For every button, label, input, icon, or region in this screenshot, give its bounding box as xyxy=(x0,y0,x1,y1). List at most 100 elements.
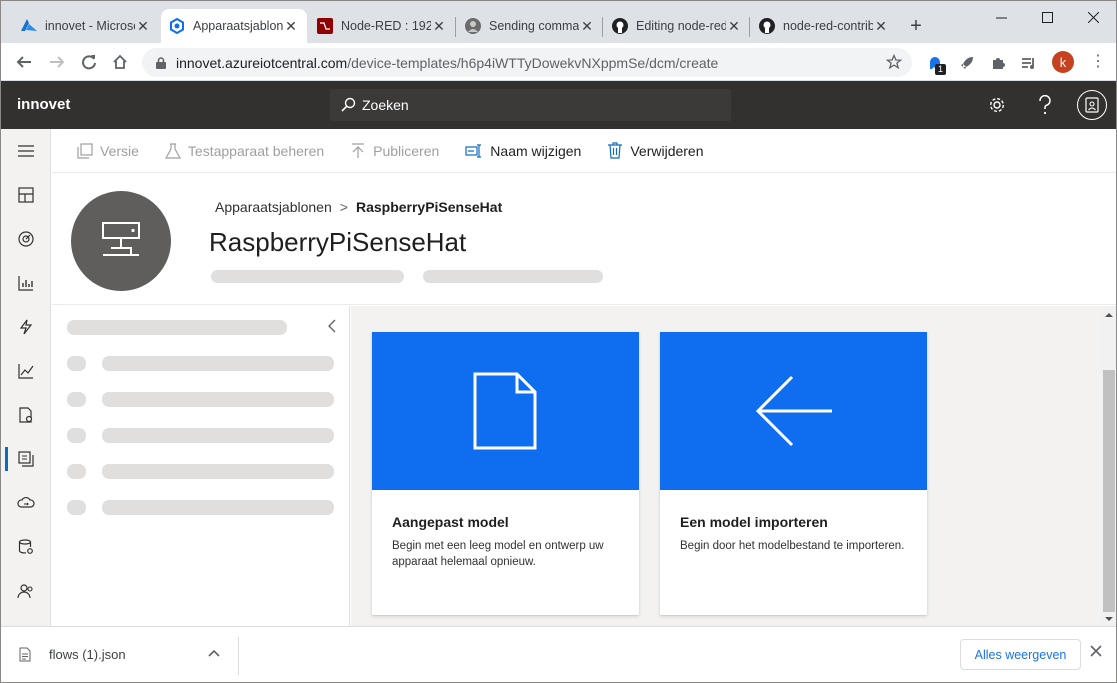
app-brand[interactable]: innovet xyxy=(17,96,70,113)
browser-menu-icon[interactable]: ⋮ xyxy=(1090,52,1106,72)
scrollbar-thumb[interactable] xyxy=(1103,370,1115,612)
tab-node-red-contrib[interactable]: node-red-contrib ✕ xyxy=(751,9,897,43)
loading-placeholder xyxy=(67,500,86,515)
app-header: innovet Zoeken xyxy=(1,81,1116,129)
avatar-icon xyxy=(465,18,481,34)
rocket-extension-icon[interactable] xyxy=(957,53,977,73)
tab-close-icon[interactable]: ✕ xyxy=(726,18,742,34)
github-icon xyxy=(612,18,628,34)
loading-placeholder xyxy=(102,428,334,443)
bookmark-star-icon[interactable] xyxy=(886,54,902,70)
search-box[interactable]: Zoeken xyxy=(330,89,731,121)
left-navigation xyxy=(1,129,51,626)
close-icon[interactable] xyxy=(1090,645,1102,657)
lock-icon xyxy=(154,56,168,69)
minimize-button[interactable] xyxy=(978,5,1024,29)
nav-jobs-icon[interactable] xyxy=(1,399,51,431)
nav-data-export-icon[interactable] xyxy=(1,487,51,519)
nav-users-icon[interactable] xyxy=(1,575,51,607)
command-bar: Versie Testapparaat beheren Publiceren N… xyxy=(52,129,1116,173)
loading-placeholder xyxy=(67,392,86,407)
home-button[interactable] xyxy=(109,51,131,73)
device-icon xyxy=(102,222,140,256)
tab-title: Sending commands xyxy=(489,19,579,33)
tab-close-icon[interactable]: ✕ xyxy=(283,18,299,34)
tab-node-red[interactable]: Node-RED : 192.168.1.21 ✕ xyxy=(309,9,455,43)
scroll-down-icon[interactable] xyxy=(1105,616,1113,622)
extensions-puzzle-icon[interactable] xyxy=(988,53,1008,73)
device-template-avatar xyxy=(71,191,171,291)
card-title: Een model importeren xyxy=(680,514,828,530)
version-icon xyxy=(77,142,93,159)
card-description: Begin met een leeg model en ontwerp uw a… xyxy=(392,540,604,568)
forward-button[interactable] xyxy=(46,51,68,73)
capability-side-panel xyxy=(52,306,350,626)
reload-button[interactable] xyxy=(78,51,100,73)
tab-close-icon[interactable]: ✕ xyxy=(579,18,595,34)
publish-icon xyxy=(350,142,366,159)
card-hero xyxy=(372,332,639,490)
chevron-up-icon[interactable] xyxy=(208,649,220,657)
tab-close-icon[interactable]: ✕ xyxy=(135,18,151,34)
nav-administration-icon[interactable] xyxy=(1,531,51,563)
tab-azure[interactable]: innovet - Microsoft Azure ✕ xyxy=(13,9,159,43)
tab-close-icon[interactable]: ✕ xyxy=(873,18,889,34)
nav-device-templates-icon[interactable] xyxy=(1,443,51,475)
azure-icon xyxy=(21,18,37,34)
profile-avatar[interactable]: k xyxy=(1052,51,1074,73)
download-item[interactable]: flows (1).json xyxy=(19,647,126,662)
tab-close-icon[interactable]: ✕ xyxy=(431,18,447,34)
nav-devices-icon[interactable] xyxy=(1,223,51,255)
search-label: Zoeken xyxy=(362,97,409,113)
tab-title: Node-RED : 192.168.1.21 xyxy=(341,19,431,33)
browser-toolbar: innovet.azureiotcentral.com/device-templ… xyxy=(1,43,1116,81)
settings-gear-icon[interactable] xyxy=(985,93,1009,117)
new-tab-button[interactable]: + xyxy=(905,16,927,38)
delete-button[interactable]: Verwijderen xyxy=(607,129,704,173)
url-host: innovet.azureiotcentral.com xyxy=(176,54,348,71)
rename-button[interactable]: Naam wijzigen xyxy=(465,129,581,173)
nav-analytics-icon[interactable] xyxy=(1,355,51,387)
breadcrumb-separator: > xyxy=(339,199,348,215)
nav-dashboard-icon[interactable] xyxy=(1,179,51,211)
nav-device-groups-icon[interactable] xyxy=(1,267,51,299)
tab-editing-node-red[interactable]: Editing node-red ✕ xyxy=(604,9,750,43)
page-title: RaspberryPiSenseHat xyxy=(209,227,467,257)
tab-apparaatsjablonen[interactable]: Apparaatsjablonen ✕ xyxy=(161,9,307,43)
scroll-up-icon[interactable] xyxy=(1105,312,1113,318)
tab-title: Editing node-red xyxy=(636,19,726,33)
version-button[interactable]: Versie xyxy=(77,129,139,173)
tab-sending-commands[interactable]: Sending commands ✕ xyxy=(457,9,603,43)
hamburger-menu-icon[interactable] xyxy=(1,135,51,167)
import-model-card[interactable]: Een model importeren Begin door het mode… xyxy=(660,332,927,615)
tab-strip: innovet - Microsoft Azure ✕ Apparaatsjab… xyxy=(1,1,1116,43)
publish-button[interactable]: Publiceren xyxy=(350,129,439,173)
tab-title: innovet - Microsoft Azure xyxy=(45,19,135,33)
close-window-button[interactable] xyxy=(1070,5,1116,29)
delete-label: Verwijderen xyxy=(630,142,704,159)
custom-model-card[interactable]: Aangepast model Begin met een leeg model… xyxy=(372,332,639,615)
vertical-scrollbar[interactable] xyxy=(1101,306,1116,626)
github-icon xyxy=(759,18,775,34)
version-label: Versie xyxy=(100,142,139,159)
back-button[interactable] xyxy=(13,51,35,73)
help-icon[interactable] xyxy=(1033,93,1057,117)
extension-badge: 1 xyxy=(935,64,947,75)
user-avatar[interactable] xyxy=(1077,90,1107,120)
show-all-downloads-button[interactable]: Alles weergeven xyxy=(960,639,1081,670)
browser-window: innovet - Microsoft Azure ✕ Apparaatsjab… xyxy=(0,0,1117,683)
loading-placeholder xyxy=(102,500,334,515)
loading-placeholder xyxy=(67,464,86,479)
breadcrumb-parent[interactable]: Apparaatsjablonen xyxy=(215,199,332,215)
arrow-left-icon xyxy=(755,375,832,447)
address-bar[interactable]: innovet.azureiotcentral.com/device-templ… xyxy=(142,48,912,77)
rename-label: Naam wijzigen xyxy=(490,142,582,159)
maximize-button[interactable] xyxy=(1024,5,1070,29)
nav-rules-icon[interactable] xyxy=(1,311,51,343)
manage-test-device-button[interactable]: Testapparaat beheren xyxy=(164,129,324,173)
chevron-left-icon[interactable] xyxy=(327,319,337,333)
publish-label: Publiceren xyxy=(373,142,440,159)
loading-placeholder xyxy=(102,392,334,407)
media-queue-icon[interactable] xyxy=(1019,53,1039,73)
main-content: Aangepast model Begin met een leeg model… xyxy=(351,306,1101,626)
